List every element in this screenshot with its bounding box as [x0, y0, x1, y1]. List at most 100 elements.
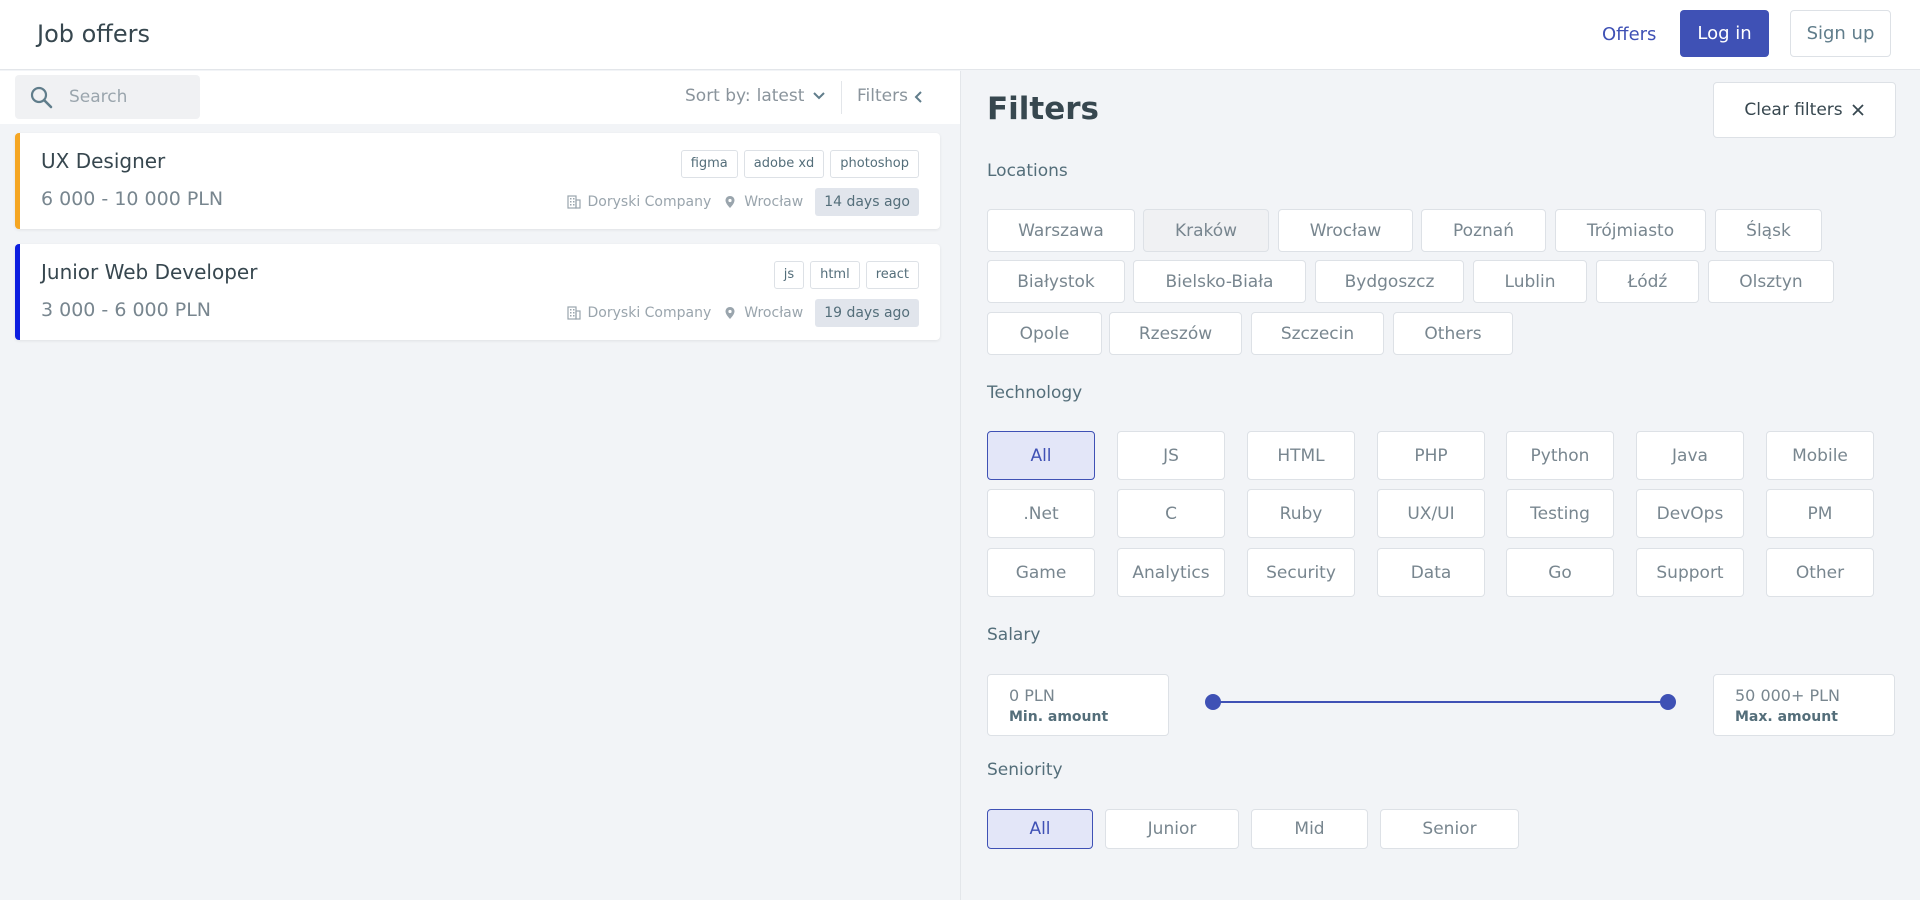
building-icon	[566, 195, 581, 209]
company-name: Doryski Company	[587, 194, 712, 210]
salary-min-field[interactable]: 0 PLN Min. amount	[987, 674, 1169, 736]
technology-chip[interactable]: All	[987, 431, 1095, 480]
location-chip[interactable]: Poznań	[1421, 209, 1546, 252]
clear-filters-button[interactable]: Clear filters	[1713, 82, 1896, 138]
chevron-left-icon[interactable]	[912, 90, 924, 104]
salary-slider-track[interactable]	[1213, 701, 1668, 703]
clear-filters-label: Clear filters	[1744, 100, 1843, 120]
job-city: Wrocław	[744, 305, 804, 321]
sort-value: latest	[756, 86, 805, 106]
salary-min-value: 0 PLN	[1009, 686, 1055, 705]
technology-chip[interactable]: Testing	[1506, 489, 1614, 538]
location-chip[interactable]: Wrocław	[1278, 209, 1413, 252]
technology-chip[interactable]: Java	[1636, 431, 1744, 480]
posted-age-badge: 14 days ago	[815, 188, 919, 216]
salary-min-label: Min. amount	[1009, 709, 1109, 725]
location-chip[interactable]: Bydgoszcz	[1315, 260, 1464, 303]
technology-chip[interactable]: HTML	[1247, 431, 1355, 480]
technology-chip[interactable]: JS	[1117, 431, 1225, 480]
job-salary: 6 000 - 10 000 PLN	[41, 188, 224, 210]
skill-tag: react	[865, 261, 919, 289]
sort-dropdown[interactable]: Sort by: latest	[685, 86, 804, 106]
filters-title: Filters	[987, 91, 1100, 127]
filters-panel: Filters Clear filters Locations Warszawa…	[960, 71, 1920, 900]
location-chip[interactable]: Kraków	[1143, 209, 1269, 252]
company-name: Doryski Company	[587, 305, 712, 321]
skill-tag: figma	[680, 150, 738, 178]
salary-max-field[interactable]: 50 000+ PLN Max. amount	[1713, 674, 1895, 736]
search-input[interactable]	[69, 75, 194, 119]
signup-button[interactable]: Sign up	[1790, 10, 1891, 57]
seniority-chip[interactable]: Senior	[1380, 809, 1519, 849]
technology-chip[interactable]: Support	[1636, 548, 1744, 597]
job-meta: Doryski Company Wrocław 19 days ago	[566, 299, 919, 327]
seniority-chip[interactable]: All	[987, 809, 1093, 849]
search-icon	[30, 86, 53, 109]
location-chip[interactable]: Warszawa	[987, 209, 1135, 252]
location-chip[interactable]: Trójmiasto	[1555, 209, 1706, 252]
seniority-label: Seniority	[987, 760, 1063, 780]
job-title: Junior Web Developer	[41, 260, 258, 284]
technology-label: Technology	[987, 383, 1083, 403]
building-icon	[566, 306, 581, 320]
filters-toggle[interactable]: Filters	[857, 86, 908, 106]
technology-chip[interactable]: Data	[1377, 548, 1485, 597]
location-chip[interactable]: Others	[1393, 312, 1513, 355]
job-city: Wrocław	[744, 194, 804, 210]
search-box[interactable]	[15, 75, 200, 119]
skill-tag: adobe xd	[743, 150, 825, 178]
location-chip[interactable]: Szczecin	[1251, 312, 1384, 355]
job-meta: Doryski Company Wrocław 14 days ago	[566, 188, 919, 216]
salary-slider-min-handle[interactable]	[1205, 694, 1221, 710]
technology-chip[interactable]: Mobile	[1766, 431, 1874, 480]
location-chip[interactable]: Białystok	[987, 260, 1125, 303]
nav-offers-link[interactable]: Offers	[1602, 24, 1656, 45]
technology-chip[interactable]: .Net	[987, 489, 1095, 538]
job-list-panel: Sort by:latest Filters UX Designer 6 000 …	[0, 71, 960, 900]
location-chip[interactable]: Śląsk	[1715, 209, 1822, 252]
technology-chip[interactable]: Game	[987, 548, 1095, 597]
location-pin-icon	[725, 196, 735, 208]
sort-label: Sort by:	[685, 86, 751, 106]
location-chip[interactable]: Opole	[987, 312, 1102, 355]
technology-chip[interactable]: Python	[1506, 431, 1614, 480]
seniority-chip[interactable]: Junior	[1105, 809, 1239, 849]
technology-chip[interactable]: C	[1117, 489, 1225, 538]
app-title: Job offers	[37, 20, 150, 48]
technology-chip[interactable]: PM	[1766, 489, 1874, 538]
job-salary: 3 000 - 6 000 PLN	[41, 299, 212, 321]
salary-max-label: Max. amount	[1735, 709, 1838, 725]
location-chip[interactable]: Łódź	[1596, 260, 1699, 303]
location-chip[interactable]: Olsztyn	[1708, 260, 1834, 303]
technology-chip[interactable]: DevOps	[1636, 489, 1744, 538]
technology-chip[interactable]: Other	[1766, 548, 1874, 597]
job-card[interactable]: UX Designer 6 000 - 10 000 PLN figma adobe …	[15, 133, 940, 229]
location-chip[interactable]: Rzeszów	[1109, 312, 1242, 355]
top-header: Job offers Offers Log in Sign up	[0, 0, 1920, 70]
job-title: UX Designer	[41, 149, 166, 173]
salary-slider-max-handle[interactable]	[1660, 694, 1676, 710]
technology-chip[interactable]: PHP	[1377, 431, 1485, 480]
salary-max-value: 50 000+ PLN	[1735, 686, 1841, 705]
technology-chip[interactable]: UX/UI	[1377, 489, 1485, 538]
toolbar-divider	[841, 81, 842, 114]
job-tags: js html react	[773, 261, 919, 289]
posted-age-badge: 19 days ago	[815, 299, 919, 327]
job-card[interactable]: Junior Web Developer 3 000 - 6 000 PLN js h…	[15, 244, 940, 340]
close-icon	[1851, 104, 1864, 116]
technology-chip[interactable]: Analytics	[1117, 548, 1225, 597]
skill-tag: photoshop	[830, 150, 919, 178]
chevron-down-icon[interactable]	[812, 89, 826, 103]
job-tags: figma adobe xd photoshop	[680, 150, 919, 178]
technology-chip[interactable]: Security	[1247, 548, 1355, 597]
location-chip[interactable]: Lublin	[1473, 260, 1587, 303]
login-button[interactable]: Log in	[1680, 10, 1769, 57]
skill-tag: html	[810, 261, 860, 289]
seniority-chip[interactable]: Mid	[1251, 809, 1368, 849]
technology-chip[interactable]: Go	[1506, 548, 1614, 597]
location-pin-icon	[725, 307, 735, 319]
list-toolbar: Sort by:latest Filters	[0, 71, 960, 124]
technology-chip[interactable]: Ruby	[1247, 489, 1355, 538]
location-chip[interactable]: Bielsko-Biała	[1133, 260, 1306, 303]
skill-tag: js	[773, 261, 805, 289]
